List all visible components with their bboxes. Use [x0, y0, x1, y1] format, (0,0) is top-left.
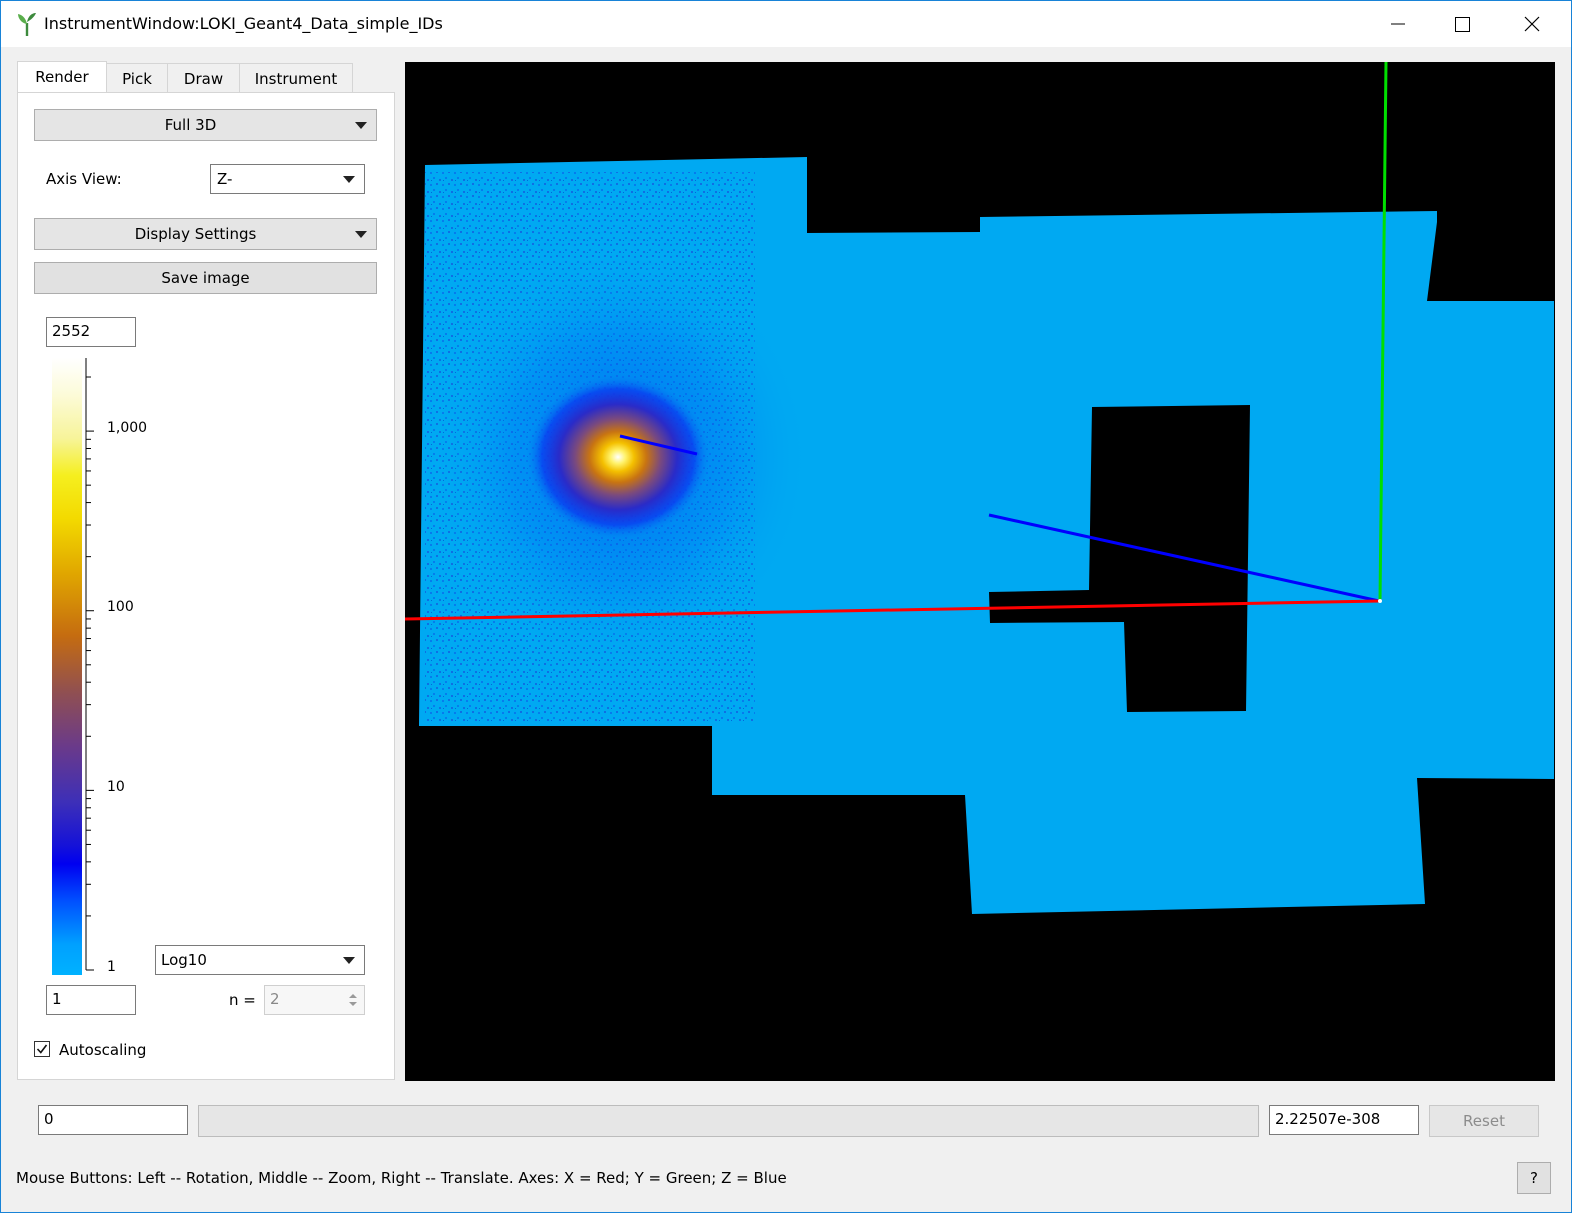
beam-center-hotspot	[523, 372, 713, 542]
tab-pick[interactable]: Pick	[106, 63, 168, 92]
window-title: InstrumentWindow:LOKI_Geant4_Data_simple…	[44, 14, 443, 33]
save-image-button[interactable]: Save image	[34, 262, 377, 294]
axis-view-value: Z-	[217, 170, 233, 188]
color-max-input[interactable]: 2552	[46, 317, 136, 347]
maximize-button[interactable]	[1442, 9, 1482, 39]
title-bar: InstrumentWindow:LOKI_Geant4_Data_simple…	[1, 1, 1571, 47]
chevron-down-icon	[343, 957, 355, 964]
projection-dropdown[interactable]: Full 3D	[34, 109, 377, 141]
axis-view-label: Axis View:	[46, 170, 122, 188]
checkmark-icon	[36, 1044, 48, 1054]
display-settings-label: Display Settings	[134, 225, 257, 243]
spin-arrows-icon[interactable]	[348, 992, 358, 1008]
tab-render[interactable]: Render	[17, 61, 107, 94]
tab-draw[interactable]: Draw	[167, 63, 240, 92]
n-value: 2	[270, 990, 280, 1008]
close-button[interactable]	[1512, 9, 1552, 39]
color-scale-axis	[85, 358, 94, 971]
autoscaling-label: Autoscaling	[59, 1041, 147, 1059]
help-button[interactable]: ?	[1517, 1162, 1551, 1194]
chevron-down-icon	[355, 122, 367, 129]
colorbar-tick-label: 1,000	[107, 420, 148, 436]
tab-instrument[interactable]: Instrument	[239, 63, 353, 92]
scale-type-dropdown[interactable]: Log10	[155, 945, 365, 975]
axis-view-dropdown[interactable]: Z-	[210, 164, 365, 194]
app-sprout-icon	[15, 11, 39, 37]
range-min-input[interactable]: 0	[38, 1105, 188, 1135]
range-max-input[interactable]: 2.22507e-308	[1269, 1105, 1419, 1135]
instrument-3d-view[interactable]	[405, 62, 1555, 1081]
chevron-down-icon	[355, 231, 367, 238]
autoscaling-checkbox[interactable]	[34, 1041, 50, 1057]
color-min-input[interactable]: 1	[46, 985, 136, 1015]
detector-render[interactable]	[405, 62, 1555, 1081]
colorbar-tick-label: 1	[107, 959, 116, 975]
colorbar-tick-label: 100	[107, 599, 134, 615]
projection-value: Full 3D	[164, 116, 217, 134]
color-scale-bar	[52, 358, 82, 975]
scale-type-value: Log10	[161, 951, 207, 969]
status-help-text: Mouse Buttons: Left -- Rotation, Middle …	[16, 1169, 787, 1187]
colorbar-tick-label: 10	[107, 779, 125, 795]
chevron-down-icon	[343, 176, 355, 183]
minimize-button[interactable]	[1378, 9, 1418, 39]
n-label: n =	[229, 991, 256, 1009]
reset-button[interactable]: Reset	[1429, 1105, 1539, 1137]
n-spinbox[interactable]: 2	[264, 985, 365, 1015]
display-settings-dropdown[interactable]: Display Settings	[34, 218, 377, 250]
axes-origin	[1378, 599, 1382, 603]
range-slider[interactable]	[198, 1105, 1259, 1137]
instrument-window: InstrumentWindow:LOKI_Geant4_Data_simple…	[0, 0, 1572, 1213]
